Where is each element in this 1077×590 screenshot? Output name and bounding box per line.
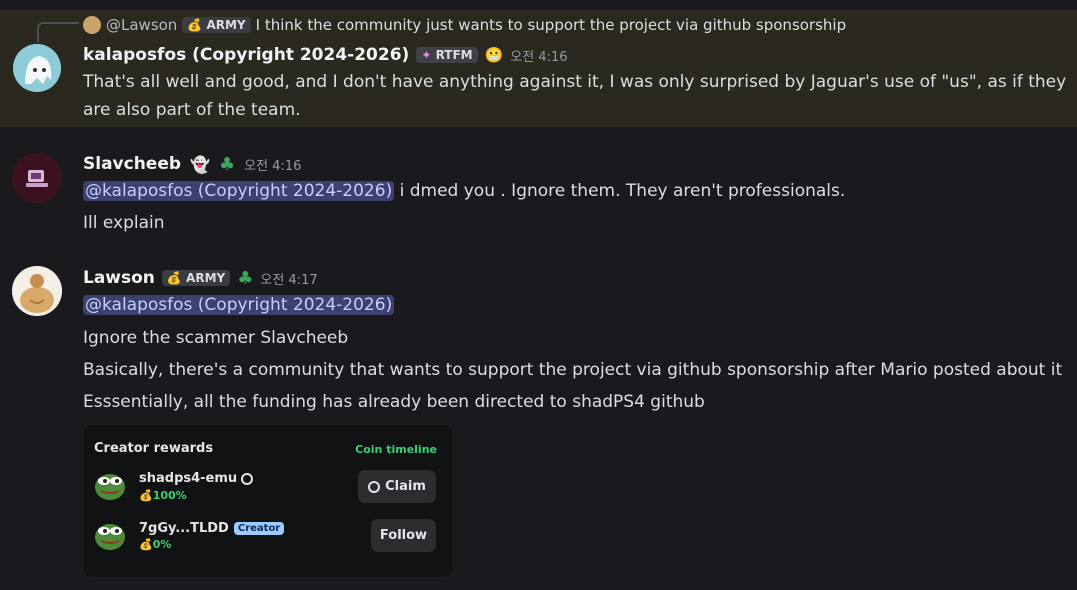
clover-icon: ♣ bbox=[218, 153, 236, 175]
money-bag-icon: 💰 bbox=[139, 489, 153, 502]
reply-badge-label: ARMY bbox=[206, 18, 246, 32]
creator-share: 💰100% bbox=[139, 489, 187, 502]
message-line: @kalaposfos (Copyright 2024-2026) i dmed… bbox=[83, 177, 845, 205]
claim-button[interactable]: Claim bbox=[358, 470, 436, 503]
reply-avatar bbox=[83, 16, 101, 34]
message-line: Esssentially, all the funding has alread… bbox=[83, 392, 705, 412]
reply-connector bbox=[37, 22, 79, 42]
user-mention[interactable]: @kalaposfos (Copyright 2024-2026) bbox=[83, 181, 395, 201]
army-badge: 💰 ARMY bbox=[161, 270, 231, 286]
github-icon bbox=[368, 480, 381, 493]
clover-icon: ♣ bbox=[237, 267, 254, 289]
reply-preview[interactable]: @Lawson 💰 ARMY I think the community jus… bbox=[83, 14, 846, 36]
avatar[interactable] bbox=[12, 266, 62, 316]
claim-label: Claim bbox=[385, 479, 426, 494]
creator-name: 7gGy...TLDD bbox=[139, 521, 229, 536]
share-percent: 0% bbox=[152, 538, 172, 551]
frog-icon bbox=[95, 474, 125, 500]
money-bag-icon: 💰 bbox=[139, 538, 153, 551]
coin-timeline-link[interactable]: Coin timeline bbox=[355, 443, 437, 456]
card-title: Creator rewards bbox=[94, 441, 214, 456]
pepe-avatar bbox=[93, 519, 127, 555]
message-header: kalaposfos (Copyright 2024-2026) ✦ RTFM … bbox=[83, 43, 568, 67]
timestamp[interactable]: 오전 4:16 bbox=[244, 155, 301, 174]
ghost-avatar-icon bbox=[13, 44, 61, 92]
creator-rewards-image[interactable]: Creator rewards Coin timeline shadps4-em… bbox=[83, 425, 453, 577]
follow-label: Follow bbox=[379, 528, 428, 543]
creator-tag: Creator bbox=[233, 522, 285, 535]
reply-text[interactable]: I think the community just wants to supp… bbox=[256, 16, 847, 34]
follow-button[interactable]: Follow bbox=[371, 519, 436, 552]
rtfm-badge: ✦ RTFM bbox=[416, 47, 478, 63]
creator-share: 💰0% bbox=[139, 538, 171, 551]
reply-army-badge: 💰 ARMY bbox=[182, 17, 251, 33]
creator-name: shadps4-emu bbox=[139, 471, 238, 486]
author-name[interactable]: Lawson bbox=[83, 268, 155, 288]
avatar[interactable] bbox=[12, 153, 62, 203]
creator-row: 7gGy...TLDD Creator bbox=[139, 521, 285, 536]
github-icon bbox=[241, 472, 254, 485]
message-text: i dmed you . Ignore them. They aren't pr… bbox=[394, 181, 846, 201]
message-line: @kalaposfos (Copyright 2024-2026) bbox=[83, 291, 395, 319]
reply-author[interactable]: @Lawson bbox=[106, 16, 177, 34]
timestamp[interactable]: 오전 4:17 bbox=[260, 269, 317, 288]
message-line: Basically, there's a community that want… bbox=[83, 360, 1063, 380]
timestamp[interactable]: 오전 4:16 bbox=[510, 46, 567, 65]
ghost-icon: 👻 bbox=[190, 154, 210, 174]
message-line: Ill explain bbox=[83, 213, 165, 233]
rtfm-badge-label: RTFM bbox=[435, 48, 473, 62]
army-badge-label: ARMY bbox=[186, 271, 226, 285]
pepe-avatar bbox=[93, 469, 127, 505]
message-line: Ignore the scammer Slavcheeb bbox=[83, 328, 349, 348]
user-mention[interactable]: @kalaposfos (Copyright 2024-2026) bbox=[83, 295, 395, 315]
message-header: Slavcheeb 👻 ♣ 오전 4:16 bbox=[83, 152, 301, 176]
message-header: Lawson 💰 ARMY ♣ 오전 4:17 bbox=[83, 266, 318, 290]
author-name[interactable]: kalaposfos (Copyright 2024-2026) bbox=[83, 45, 409, 65]
frog-icon bbox=[95, 524, 125, 550]
avatar[interactable] bbox=[13, 44, 61, 92]
share-percent: 100% bbox=[152, 489, 187, 502]
doge-avatar-icon bbox=[12, 266, 62, 316]
computer-avatar-icon bbox=[12, 153, 62, 203]
author-name[interactable]: Slavcheeb bbox=[83, 154, 181, 174]
creator-row: shadps4-emu bbox=[139, 471, 254, 486]
message-line: are also part of the team. bbox=[83, 100, 301, 120]
message-line: That's all well and good, and I don't ha… bbox=[83, 72, 1067, 92]
trollface-icon: 😬 bbox=[484, 46, 504, 64]
